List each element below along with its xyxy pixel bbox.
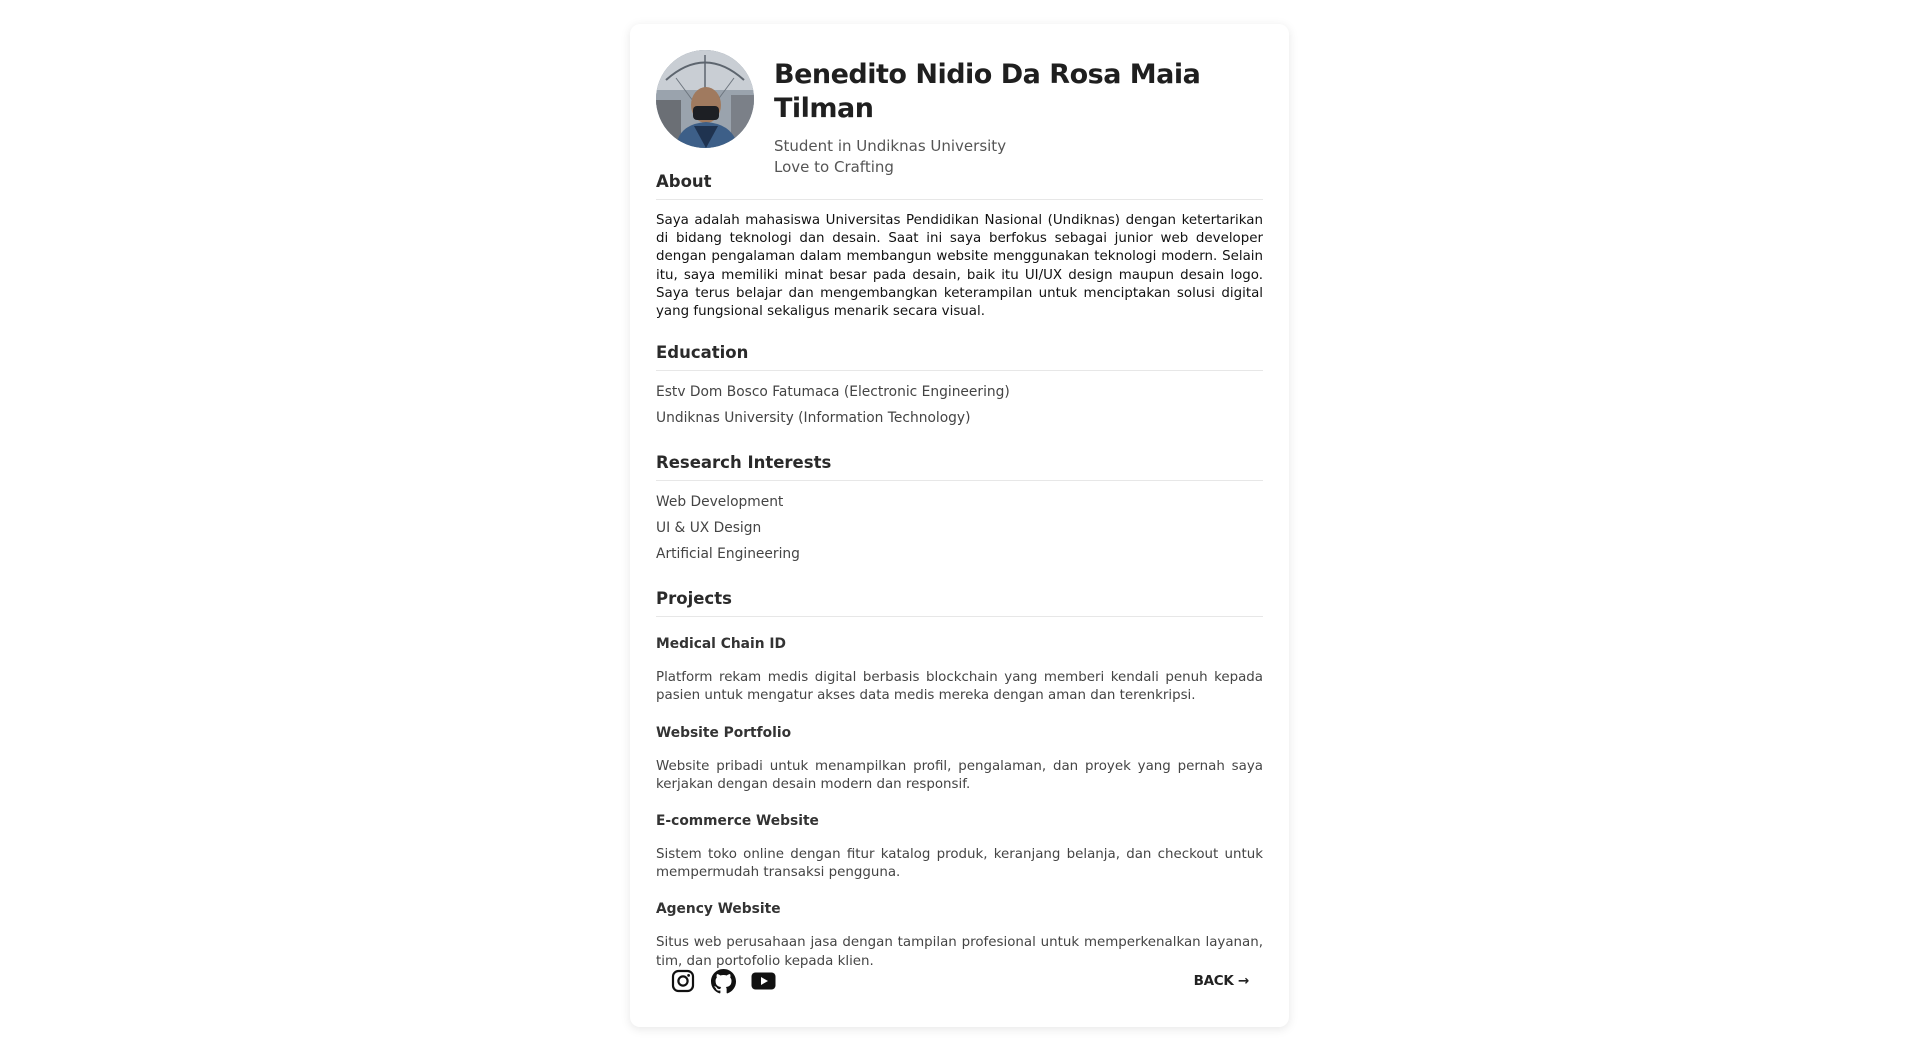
about-text: Saya adalah mahasiswa Universitas Pendid… bbox=[656, 213, 1263, 320]
projects-section: Projects Medical Chain ID Platform rekam… bbox=[656, 589, 1263, 971]
project-name: Website Portfolio bbox=[656, 724, 792, 741]
social-links bbox=[656, 968, 776, 994]
back-button[interactable]: BACK → bbox=[1194, 973, 1263, 989]
project-description: Website pribadi untuk menampilkan profil… bbox=[656, 758, 1263, 792]
project-name: Agency Website bbox=[656, 901, 781, 918]
research-item: Web Development bbox=[656, 494, 784, 511]
education-item: Undiknas University (Information Technol… bbox=[656, 410, 971, 427]
github-icon[interactable] bbox=[710, 968, 736, 994]
education-heading: Education bbox=[656, 343, 1263, 372]
research-section: Research Interests Web Development UI & … bbox=[656, 453, 1263, 567]
project-name: E-commerce Website bbox=[656, 813, 819, 830]
card-footer: BACK → bbox=[656, 965, 1263, 997]
about-section: About Saya adalah mahasiswa Universitas … bbox=[656, 172, 1263, 321]
research-item: UI & UX Design bbox=[656, 520, 762, 537]
youtube-icon[interactable] bbox=[750, 968, 776, 994]
research-item: Artificial Engineering bbox=[656, 546, 800, 563]
profile-card: Benedito Nidio Da Rosa Maia Tilman Stude… bbox=[630, 24, 1289, 1027]
research-heading: Research Interests bbox=[656, 453, 1263, 482]
project-description: Sistem toko online dengan fitur katalog … bbox=[656, 847, 1263, 881]
project-name: Medical Chain ID bbox=[656, 636, 786, 653]
profile-header: Benedito Nidio Da Rosa Maia Tilman Stude… bbox=[656, 50, 1263, 176]
education-section: Education Estv Dom Bosco Fatumaca (Elect… bbox=[656, 343, 1263, 431]
profile-tagline: Student in Undiknas University bbox=[774, 137, 1007, 155]
project-description: Platform rekam medis digital berbasis bl… bbox=[656, 670, 1263, 704]
avatar bbox=[656, 50, 754, 148]
profile-tagline-secondary: Love to Crafting bbox=[774, 158, 894, 176]
instagram-icon[interactable] bbox=[670, 968, 696, 994]
profile-name: Benedito Nidio Da Rosa Maia Tilman bbox=[774, 59, 1201, 124]
projects-heading: Projects bbox=[656, 589, 1263, 618]
education-item: Estv Dom Bosco Fatumaca (Electronic Engi… bbox=[656, 384, 1010, 401]
